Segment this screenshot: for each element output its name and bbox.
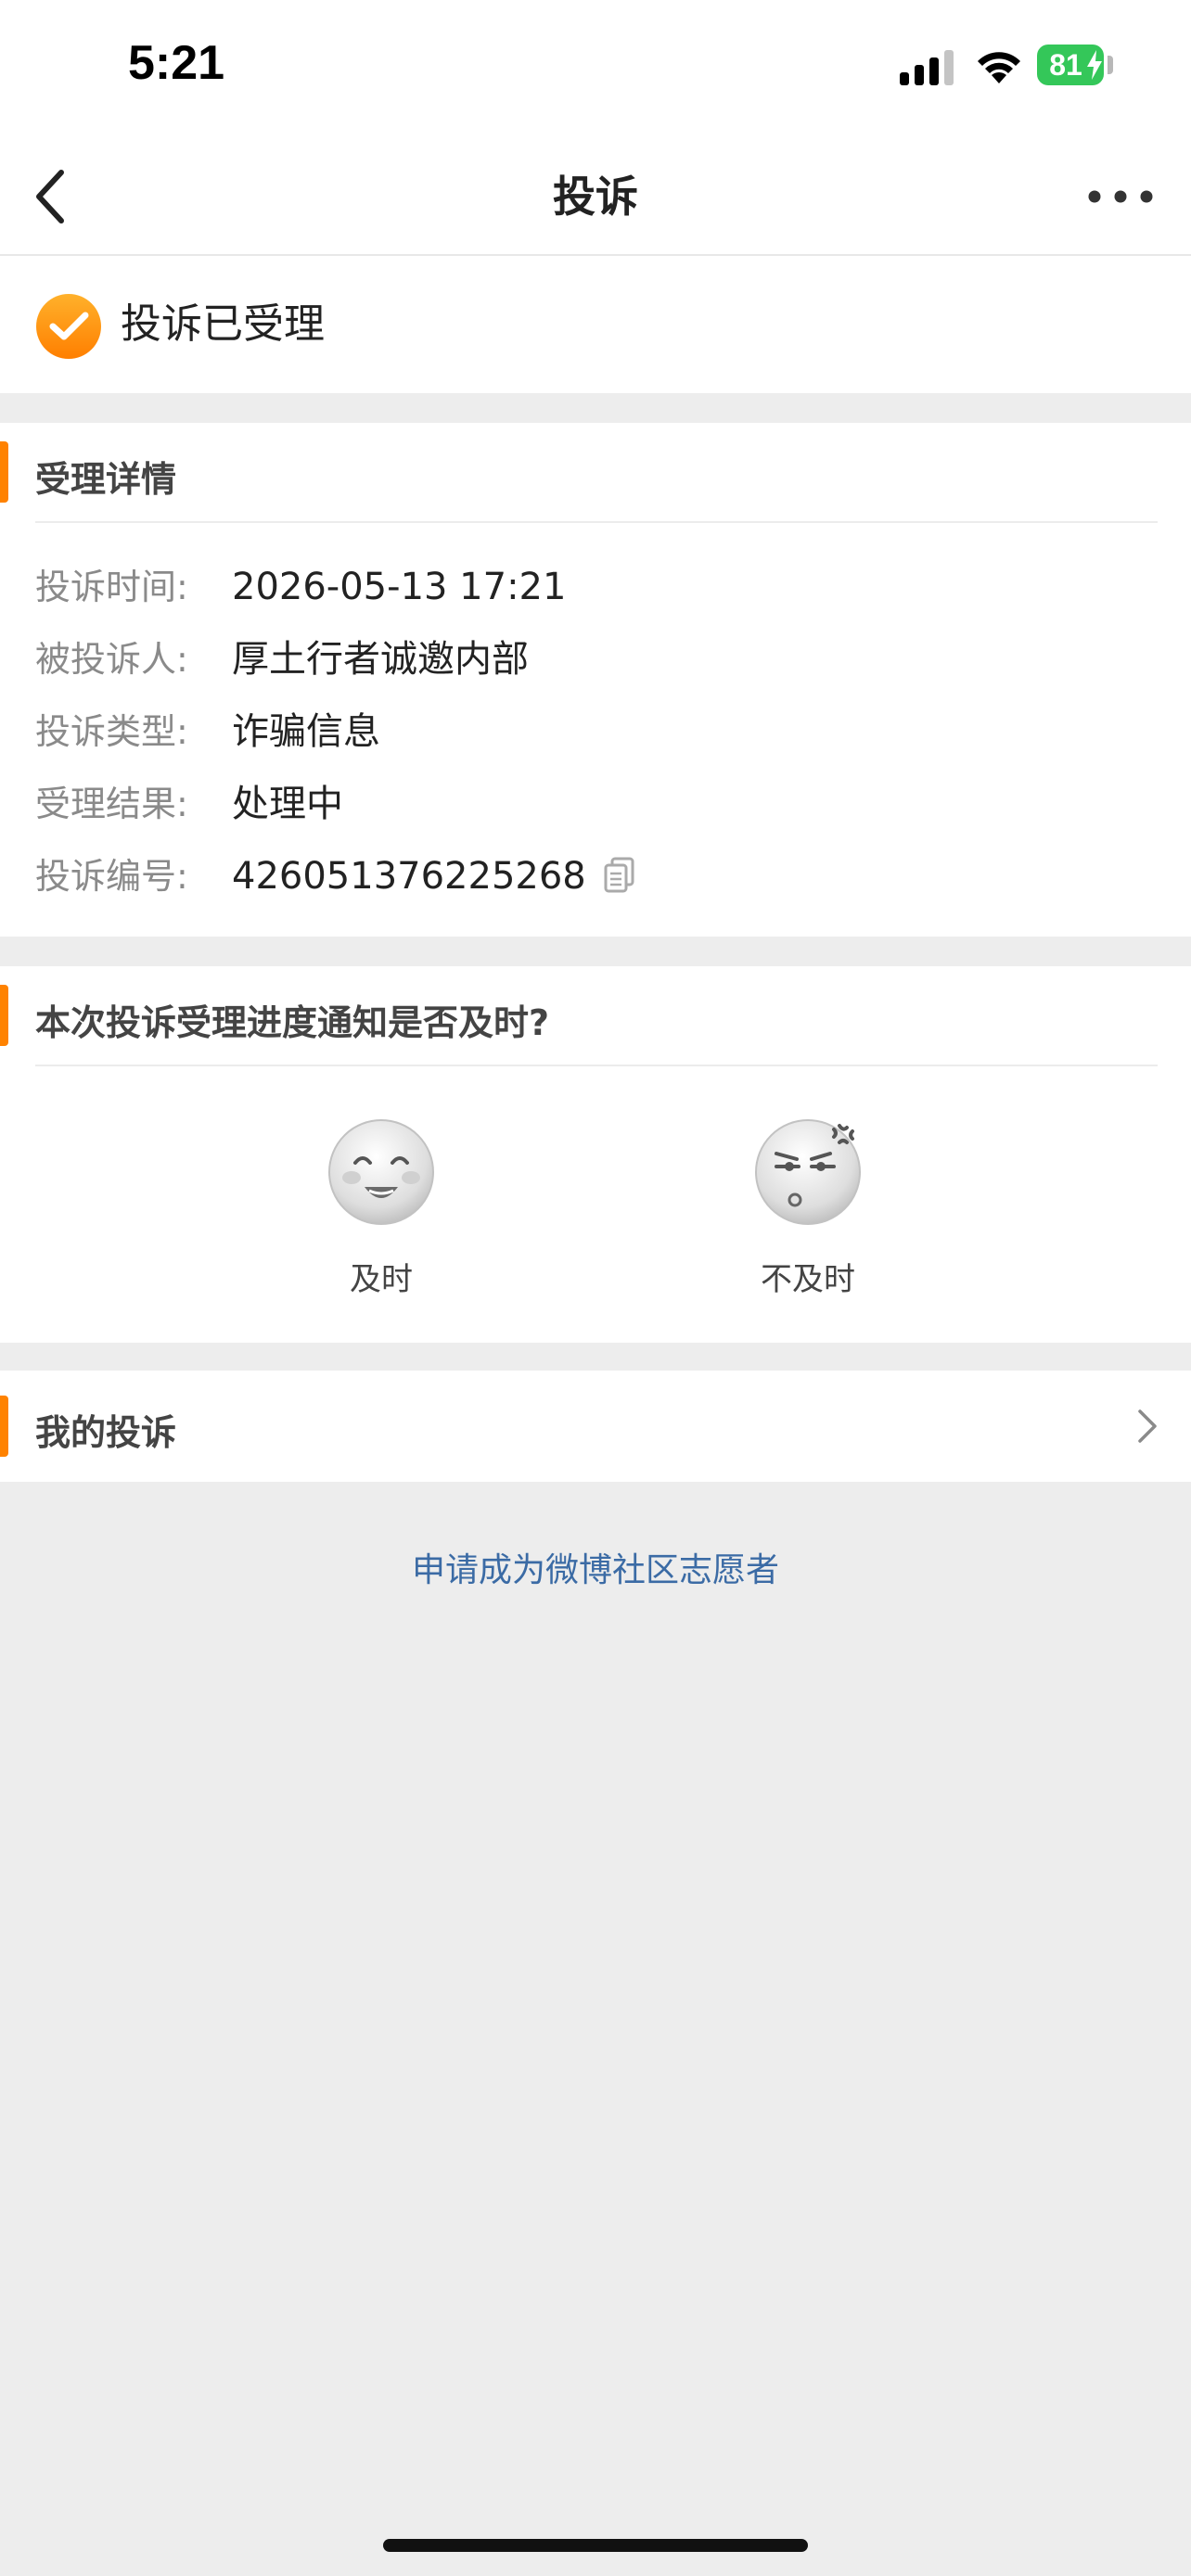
- battery-cap: [1108, 56, 1113, 74]
- detail-label: 受理结果:: [35, 784, 188, 824]
- detail-row-number: 投诉编号: 426051376225268: [35, 846, 636, 907]
- detail-label: 被投诉人:: [35, 639, 188, 680]
- divider: [35, 1065, 1158, 1066]
- home-indicator[interactable]: [383, 2539, 808, 2552]
- check-circle-icon: [36, 294, 101, 359]
- detail-value: 2026-05-13 17:21: [232, 566, 567, 608]
- detail-label: 投诉编号:: [35, 856, 188, 897]
- page-title: 投诉: [553, 172, 638, 222]
- detail-value: 处理中: [232, 783, 343, 825]
- annoyed-face-icon[interactable]: [754, 1118, 862, 1226]
- feedback-question: 本次投诉受理进度通知是否及时?: [35, 1002, 550, 1043]
- chevron-left-icon[interactable]: [28, 163, 72, 230]
- section-accent: [0, 441, 8, 503]
- battery-indicator: 81: [1037, 45, 1104, 85]
- detail-row-respondent: 被投诉人: 厚土行者诚邀内部: [35, 629, 529, 690]
- divider: [35, 521, 1158, 523]
- chevron-right-icon[interactable]: [1135, 1408, 1159, 1445]
- detail-value: 诈骗信息: [232, 710, 380, 753]
- section-accent: [0, 985, 8, 1046]
- wifi-icon: [978, 52, 1020, 83]
- status-bar: 5:21 81: [0, 0, 1191, 139]
- status-text: 投诉已受理: [121, 300, 325, 348]
- complaint-number: 426051376225268: [232, 855, 586, 898]
- copy-icon[interactable]: [603, 857, 636, 894]
- volunteer-link[interactable]: 申请成为微博社区志愿者: [0, 1543, 1191, 1591]
- detail-value: 厚土行者诚邀内部: [232, 638, 529, 681]
- my-complaints-row[interactable]: 我的投诉: [0, 1371, 1191, 1482]
- charging-bolt-icon: [1087, 50, 1102, 80]
- feedback-card: 本次投诉受理进度通知是否及时? 及时 不及时: [0, 966, 1191, 1343]
- cellular-signal-icon: [900, 50, 954, 85]
- more-horizontal-icon[interactable]: [1085, 176, 1156, 217]
- not-timely-label[interactable]: 不及时: [715, 1254, 901, 1299]
- details-card: 受理详情 投诉时间: 2026-05-13 17:21 被投诉人: 厚土行者诚邀内部…: [0, 423, 1191, 937]
- detail-label: 投诉时间:: [35, 567, 188, 607]
- detail-row-time: 投诉时间: 2026-05-13 17:21: [35, 556, 566, 618]
- complaint-status: 投诉已受理: [0, 256, 1191, 393]
- detail-row-type: 投诉类型: 诈骗信息: [35, 701, 380, 762]
- my-complaints-label[interactable]: 我的投诉: [35, 1404, 176, 1455]
- timely-label[interactable]: 及时: [288, 1254, 474, 1299]
- detail-row-result: 受理结果: 处理中: [35, 773, 343, 835]
- smile-face-icon[interactable]: [327, 1118, 435, 1226]
- details-title: 受理详情: [35, 459, 177, 500]
- status-time: 5:21: [128, 36, 225, 90]
- nav-bar: 投诉: [0, 139, 1191, 256]
- section-accent: [0, 1396, 8, 1457]
- detail-label: 投诉类型:: [35, 711, 188, 752]
